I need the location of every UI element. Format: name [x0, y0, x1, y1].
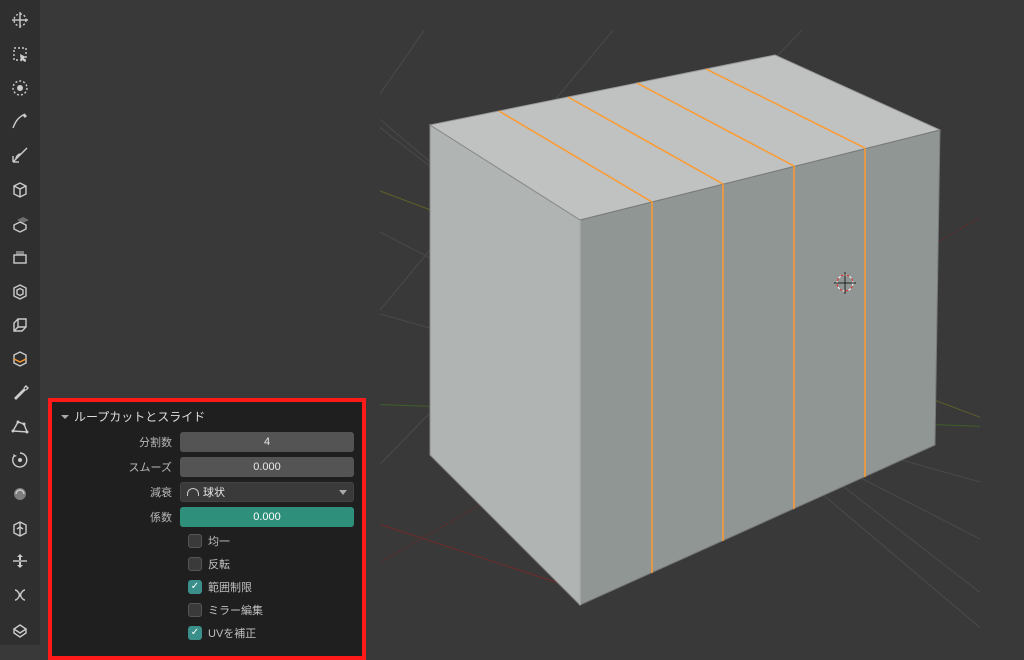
tool-annotate[interactable] [4, 106, 36, 138]
clamp-checkbox[interactable] [188, 580, 202, 594]
falloff-value: 球状 [203, 484, 225, 500]
even-checkbox[interactable] [188, 534, 202, 548]
factor-label: 係数 [60, 509, 180, 525]
scene-svg [380, 30, 980, 630]
tool-knife[interactable] [4, 376, 36, 408]
toolbar-left [0, 0, 40, 645]
operator-panel[interactable]: ループカットとスライド 分割数 4 スムーズ 0.000 減衰 球状 係数 0.… [52, 402, 362, 656]
falloff-select[interactable]: 球状 [180, 482, 354, 502]
uv-checkbox[interactable] [188, 626, 202, 640]
tool-measure[interactable] [4, 139, 36, 171]
viewport-3d[interactable]: ループカットとスライド 分割数 4 スムーズ 0.000 減衰 球状 係数 0.… [0, 0, 1024, 645]
tool-cursor[interactable] [4, 4, 36, 36]
panel-header[interactable]: ループカットとスライド [60, 408, 354, 425]
uv-label: UVを補正 [208, 625, 256, 641]
mirror-label: ミラー編集 [208, 602, 263, 618]
tool-edge-slide[interactable] [4, 512, 36, 544]
tool-extrude-region[interactable] [4, 207, 36, 239]
cuts-value[interactable]: 4 [180, 432, 354, 452]
highlight-box: ループカットとスライド 分割数 4 スムーズ 0.000 減衰 球状 係数 0.… [48, 398, 366, 660]
factor-value[interactable]: 0.000 [180, 507, 354, 527]
tool-spin[interactable] [4, 444, 36, 476]
tool-extrude-individual[interactable] [4, 241, 36, 273]
tool-add-cube[interactable] [4, 173, 36, 205]
flip-label: 反転 [208, 556, 230, 572]
tool-bevel[interactable] [4, 309, 36, 341]
tool-shrink-fatten[interactable] [4, 546, 36, 578]
cuts-label: 分割数 [60, 434, 180, 450]
tool-select-box[interactable] [4, 38, 36, 70]
falloff-label: 減衰 [60, 484, 180, 500]
smooth-value[interactable]: 0.000 [180, 457, 354, 477]
panel-title: ループカットとスライド [74, 408, 205, 425]
tool-inset[interactable] [4, 275, 36, 307]
tool-loop-cut[interactable] [4, 342, 36, 374]
tool-rip[interactable] [4, 579, 36, 611]
tool-select-circle[interactable] [4, 72, 36, 104]
tool-rip-fill[interactable] [4, 613, 36, 645]
clamp-label: 範囲制限 [208, 579, 252, 595]
even-label: 均一 [208, 533, 230, 549]
smooth-label: スムーズ [60, 459, 180, 475]
tool-poly-build[interactable] [4, 410, 36, 442]
tool-smooth[interactable] [4, 478, 36, 510]
sphere-falloff-icon [187, 488, 199, 496]
mirror-checkbox[interactable] [188, 603, 202, 617]
chevron-down-icon [60, 412, 70, 422]
flip-checkbox[interactable] [188, 557, 202, 571]
